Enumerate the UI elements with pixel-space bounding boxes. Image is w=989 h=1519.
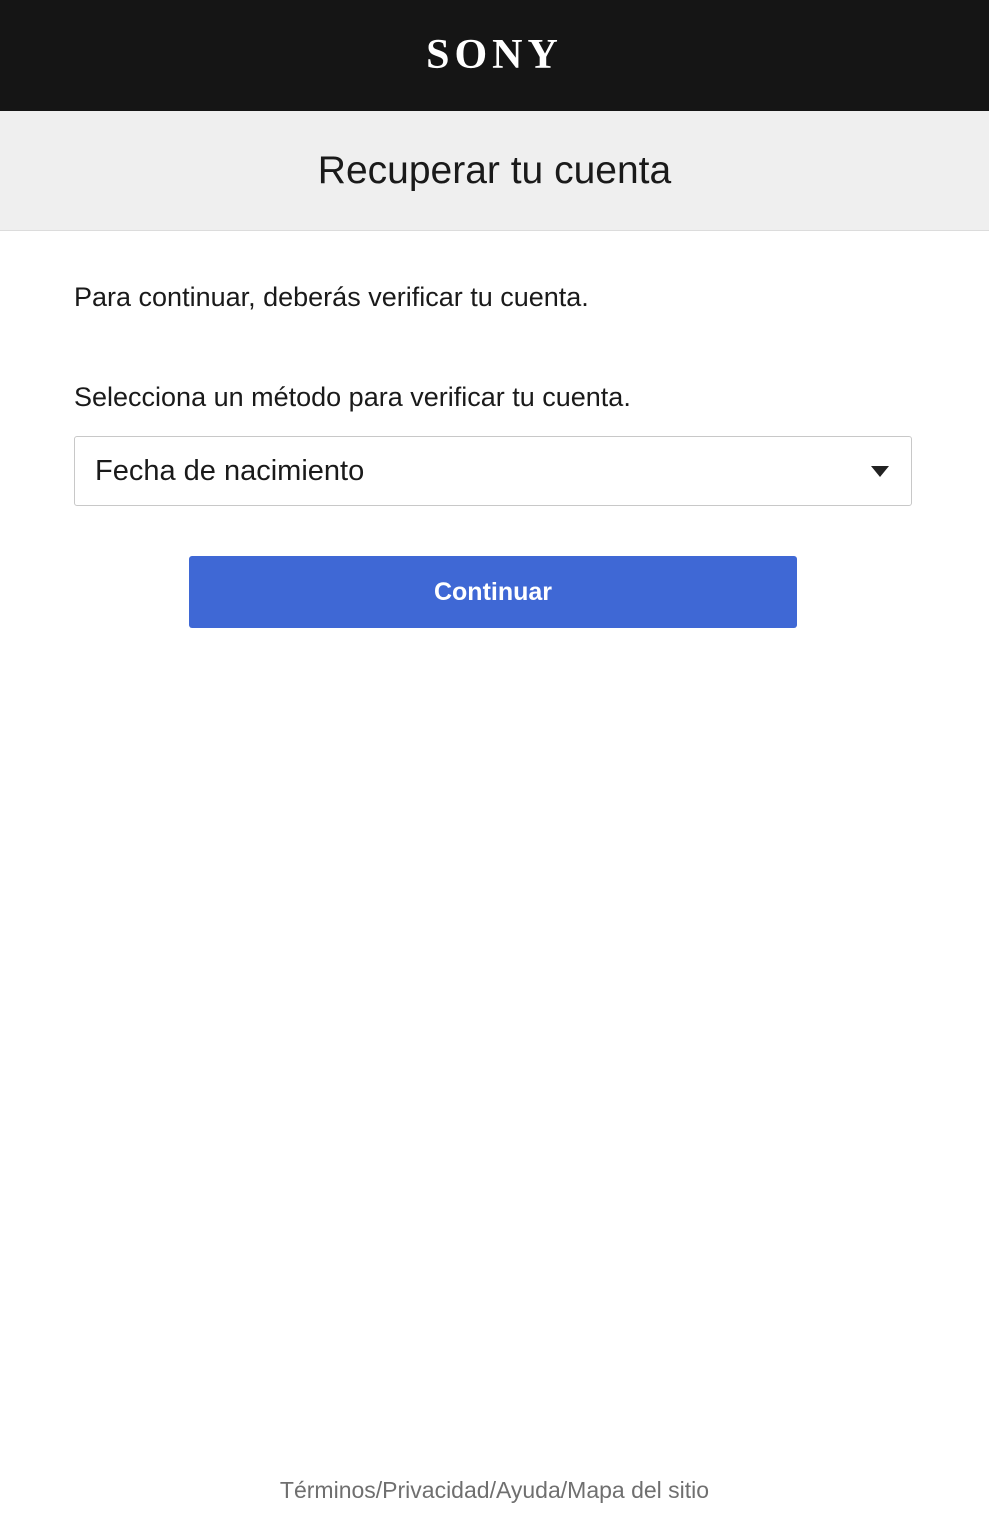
footer-link-terms[interactable]: Términos bbox=[280, 1477, 376, 1503]
continue-button[interactable]: Continuar bbox=[189, 556, 797, 628]
footer-link-help[interactable]: Ayuda bbox=[496, 1477, 561, 1503]
sony-logo[interactable]: SONY bbox=[426, 34, 563, 76]
footer-link-sitemap[interactable]: Mapa del sitio bbox=[567, 1477, 709, 1503]
intro-text: Para continuar, deberás verificar tu cue… bbox=[74, 282, 589, 312]
verification-method-select[interactable]: Fecha de nacimiento bbox=[74, 436, 912, 506]
title-bar: Recuperar tu cuenta bbox=[0, 111, 989, 231]
top-header: SONY bbox=[0, 0, 989, 111]
footer-link-privacy[interactable]: Privacidad bbox=[382, 1477, 489, 1503]
caret-down-icon bbox=[871, 466, 889, 477]
footer-links: Términos/Privacidad/Ayuda/Mapa del sitio bbox=[0, 1477, 989, 1504]
page-title: Recuperar tu cuenta bbox=[317, 148, 672, 192]
verification-method-label: Selecciona un método para verificar tu c… bbox=[74, 382, 631, 412]
selected-method-value: Fecha de nacimiento bbox=[95, 454, 365, 487]
page: SONY Recuperar tu cuenta Para continuar,… bbox=[0, 0, 989, 1519]
